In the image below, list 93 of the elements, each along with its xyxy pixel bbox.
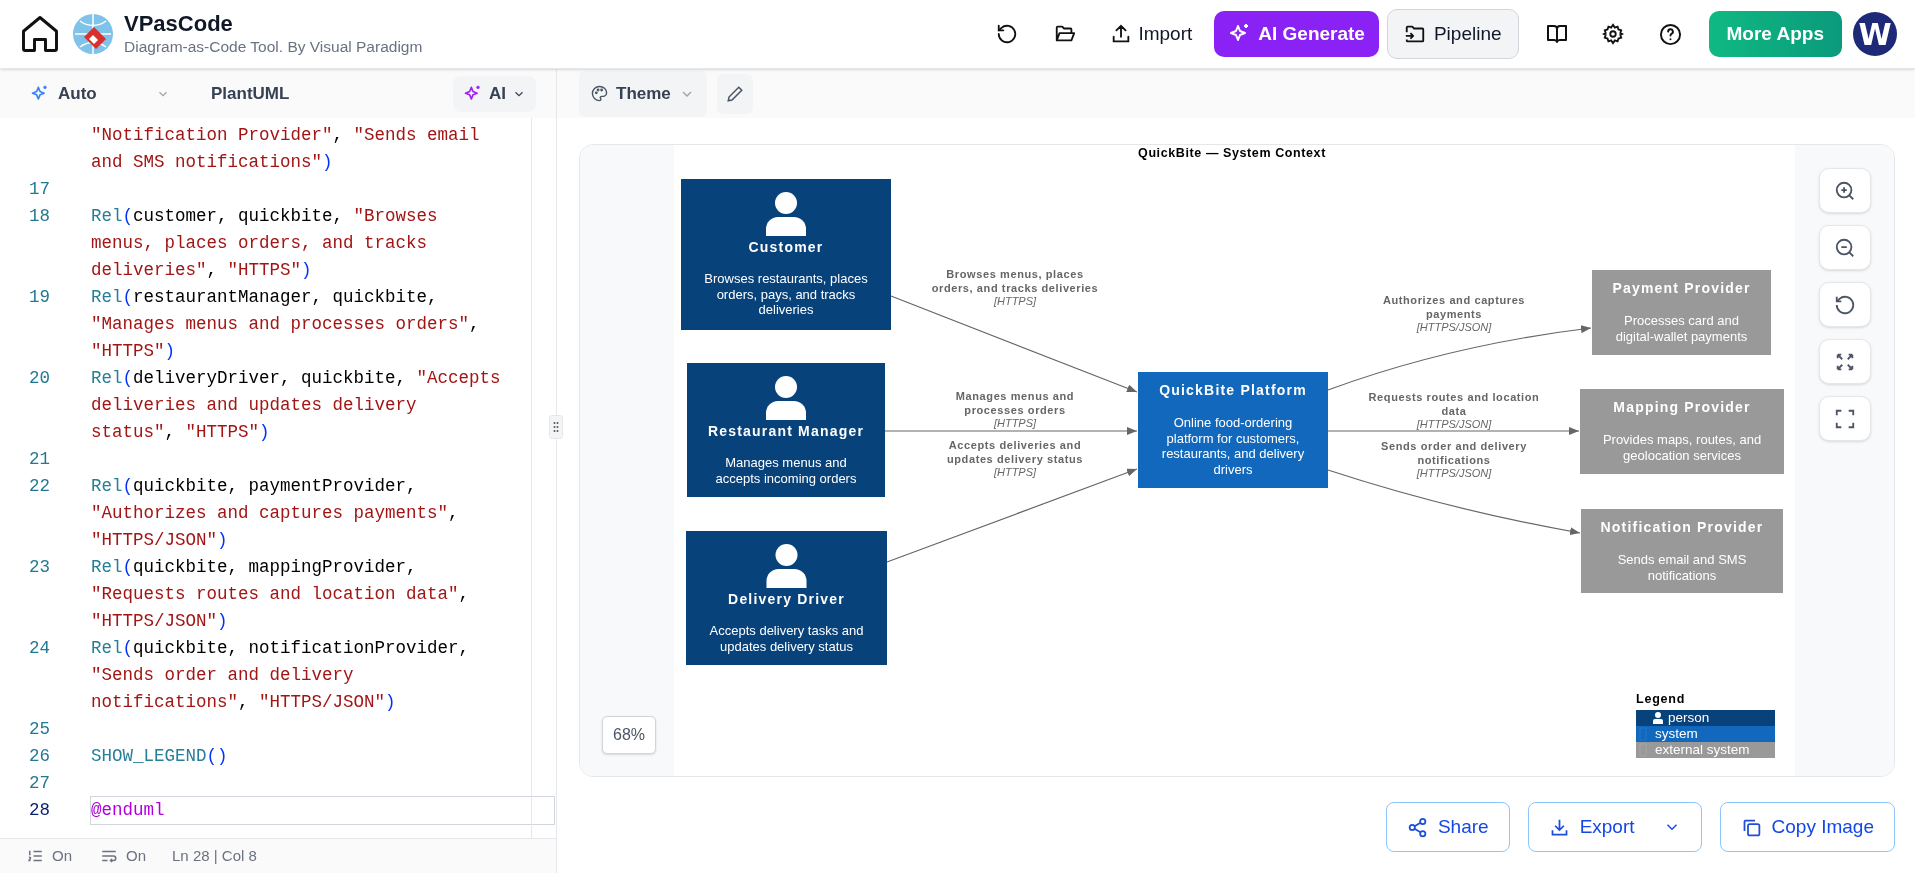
node-description: Provides maps, routes, and geolocation services <box>1602 432 1762 464</box>
export-button[interactable]: Export <box>1527 802 1702 852</box>
person-icon <box>766 376 806 420</box>
cursor-position: Ln 28 | Col 8 <box>172 845 257 866</box>
code-line: Rel(deliveryDriver, quickbite, "Accepts deliveries and updates delivery status", "HTTPS") <box>91 367 502 444</box>
line-number: 28 <box>29 800 50 820</box>
zoom-in-button[interactable] <box>1818 168 1871 213</box>
node-title: Restaurant Manager <box>707 422 865 439</box>
undo-icon[interactable] <box>996 23 1019 45</box>
node-title: Mapping Provider <box>1613 398 1751 415</box>
node-title: QuickBite Platform <box>1159 381 1307 398</box>
relation-technology: [HTTPS] <box>993 294 1037 307</box>
fullscreen-button[interactable] <box>1818 396 1871 441</box>
line-number: 18 <box>29 206 50 226</box>
line-number: 21 <box>29 449 50 469</box>
node-title: Notification Provider <box>1600 518 1764 535</box>
relation-label: Authorizes and captures payments <box>1382 293 1526 320</box>
node-title: Delivery Driver <box>728 590 845 607</box>
folder-input-icon <box>1403 23 1426 45</box>
share-button[interactable]: Share <box>1385 802 1510 852</box>
pencil-icon <box>725 84 744 103</box>
legend-entry: external system <box>1636 742 1775 758</box>
reset-view-button[interactable] <box>1818 282 1871 327</box>
fit-view-button[interactable] <box>1818 339 1871 384</box>
node-description: Processes card and digital-wallet payments <box>1615 313 1748 345</box>
line-number: 22 <box>29 476 50 496</box>
relation-technology: [HTTPS/JSON] <box>1416 320 1492 333</box>
code-line: @enduml <box>91 799 166 822</box>
code-line: Rel(restaurantManager, quickbite, "Manages menus and processes orders", "HTTPS") <box>91 286 481 363</box>
node-description: Online food-ordering platform for customers, restaurants, and delivery drivers <box>1161 415 1305 478</box>
mode-dropdown[interactable]: Auto <box>30 80 185 107</box>
help-icon[interactable] <box>1658 22 1682 46</box>
code-line: Rel(quickbite, paymentProvider, "Authorizes and captures payments", "HTTPS/JSON") <box>91 475 460 552</box>
diagram-title: QuickBite — System Context <box>1138 146 1326 161</box>
palette-icon <box>591 85 608 102</box>
legend-title: Legend <box>1636 692 1686 707</box>
person-icon <box>766 544 807 588</box>
zoom-out-button[interactable] <box>1818 225 1871 270</box>
language-label[interactable]: PlantUML <box>211 80 290 107</box>
node-title: Customer <box>748 238 824 255</box>
relation-label: Manages menus and processes orders <box>955 389 1075 416</box>
line-number: 26 <box>29 746 50 766</box>
node-description: Manages menus and accepts incoming orders <box>715 455 857 487</box>
legend-entry: person <box>1636 710 1775 726</box>
code-line: Rel(quickbite, notificationProvider, "Sends order and delivery notifications", "HTTPS/JSON") <box>91 637 471 714</box>
ai-dropdown-button[interactable]: AI <box>453 75 536 112</box>
node-title: Payment Provider <box>1612 279 1751 296</box>
relation-label: Requests routes and location data <box>1368 390 1540 417</box>
zoom-in-icon <box>1833 179 1856 202</box>
line-number: 23 <box>29 557 50 577</box>
line-number: 20 <box>29 368 50 388</box>
person-icon <box>1653 712 1663 724</box>
ai-generate-button[interactable]: AI Generate <box>1214 11 1379 57</box>
code-line: Rel(quickbite, mappingProvider, "Requests routes and location data", "HTTPS/JSON") <box>91 556 471 633</box>
line-number: 27 <box>29 773 50 793</box>
node-description: Accepts delivery tasks and updates delivery status <box>709 623 864 655</box>
relation-technology: [HTTPS/JSON] <box>1416 466 1492 479</box>
code-line: SHOW_LEGEND() <box>91 745 229 768</box>
pipeline-button[interactable]: Pipeline <box>1386 9 1519 59</box>
line-number: 19 <box>29 287 50 307</box>
relation-label: Sends order and delivery notifications <box>1381 439 1527 466</box>
line-numbers-status: On <box>52 845 72 866</box>
line-number: 25 <box>29 719 50 739</box>
relation-technology: [HTTPS/JSON] <box>1416 417 1492 430</box>
legend-entry: system <box>1636 726 1775 742</box>
logo-icon <box>72 13 114 55</box>
share-icon <box>1406 816 1428 838</box>
code-line: "Notification Provider", "Sends email and SMS notifications") <box>91 124 481 174</box>
fullscreen-icon <box>1833 407 1856 430</box>
line-number: 17 <box>29 179 50 199</box>
import-button[interactable]: Import <box>1102 12 1201 56</box>
book-icon[interactable] <box>1544 22 1569 46</box>
app-tagline: Diagram-as-Code Tool. By Visual Paradigm <box>124 37 423 57</box>
settings-icon[interactable] <box>1601 23 1624 45</box>
zoom-level: 68% <box>602 716 657 754</box>
node-description: Sends email and SMS notifications <box>1617 552 1747 584</box>
person-icon <box>766 192 806 236</box>
app-title: VPasCode <box>124 11 234 37</box>
word-wrap-status: On <box>126 845 147 866</box>
zoom-out-icon <box>1833 236 1856 259</box>
edit-button[interactable] <box>716 73 753 114</box>
user-avatar[interactable]: W <box>1853 12 1897 56</box>
code-line: Rel(customer, quickbite, "Browses menus, places orders, and tracks deliveries", "HTTPS") <box>91 205 439 282</box>
copy-image-button[interactable]: Copy Image <box>1719 802 1895 852</box>
relation-label: Browses menus, places orders, and tracks deliveries <box>931 267 1099 294</box>
resize-handle[interactable] <box>549 415 563 439</box>
relation-label: Accepts deliveries and updates delivery status <box>946 438 1084 465</box>
relation-technology: [HTTPS] <box>993 465 1037 478</box>
rotate-ccw-icon <box>1833 293 1856 316</box>
relation-technology: [HTTPS] <box>993 416 1037 429</box>
node-description: Browses restaurants, places orders, pays, and tracks deliveries <box>704 271 868 318</box>
theme-dropdown[interactable]: Theme <box>579 70 707 117</box>
line-number: 24 <box>29 638 50 658</box>
